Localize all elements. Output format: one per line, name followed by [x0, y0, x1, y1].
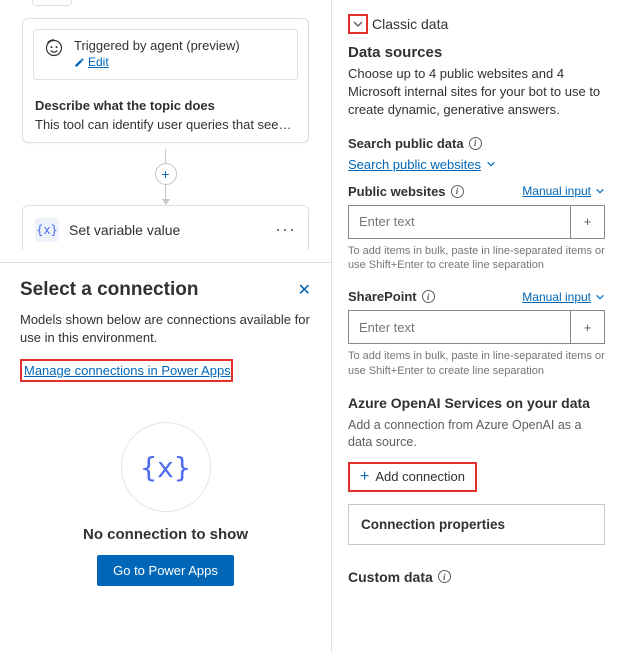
- edit-link[interactable]: Edit: [74, 55, 109, 69]
- search-public-websites-link[interactable]: Search public websites: [348, 157, 496, 172]
- add-connection-button[interactable]: + Add connection: [348, 462, 477, 492]
- describe-label: Describe what the topic does: [35, 98, 296, 113]
- info-icon[interactable]: i: [422, 290, 435, 303]
- connection-properties-box[interactable]: Connection properties: [348, 504, 605, 545]
- trigger-title: Triggered by agent (preview): [74, 38, 240, 53]
- data-sources-heading: Data sources: [348, 44, 605, 61]
- manual-input-toggle[interactable]: Manual input: [522, 184, 605, 198]
- info-icon[interactable]: i: [438, 570, 451, 583]
- trigger-card[interactable]: Triggered by agent (preview) Edit Descri…: [22, 18, 309, 143]
- classic-data-label: Classic data: [372, 16, 448, 32]
- public-websites-label: Public websites i: [348, 184, 464, 199]
- chevron-down-icon: [486, 159, 496, 169]
- connector: +: [22, 149, 309, 205]
- azure-openai-description: Add a connection from Azure OpenAI as a …: [348, 417, 605, 452]
- custom-data-heading: Custom data i: [348, 569, 605, 585]
- add-public-website-button[interactable]: +: [571, 205, 605, 239]
- public-websites-input[interactable]: [348, 205, 571, 239]
- add-connection-label: Add connection: [375, 469, 465, 484]
- close-icon[interactable]: ✕: [298, 280, 311, 300]
- sharepoint-input[interactable]: [348, 310, 571, 344]
- manual-input-toggle[interactable]: Manual input: [522, 290, 605, 304]
- info-icon[interactable]: i: [451, 185, 464, 198]
- info-icon[interactable]: i: [469, 137, 482, 150]
- variable-placeholder-icon: {x}: [121, 422, 211, 512]
- set-variable-title: Set variable value: [69, 222, 265, 238]
- azure-openai-heading: Azure OpenAI Services on your data: [348, 395, 605, 411]
- panel-title: Select a connection: [20, 279, 198, 301]
- properties-panel: Classic data Data sources Choose up to 4…: [332, 0, 621, 652]
- plus-icon: +: [360, 469, 369, 485]
- chevron-down-icon: [595, 292, 605, 302]
- branch-icon: [45, 0, 59, 1]
- classic-data-toggle[interactable]: [348, 14, 368, 34]
- variable-icon: {x}: [35, 218, 59, 242]
- flow-canvas: Triggered by agent (preview) Edit Descri…: [0, 0, 331, 250]
- pencil-icon: [74, 57, 85, 68]
- chevron-down-icon: [595, 186, 605, 196]
- describe-text: This tool can identify user queries that…: [35, 117, 296, 132]
- public-websites-help: To add items in bulk, paste in line-sepa…: [348, 244, 605, 274]
- data-sources-description: Choose up to 4 public websites and 4 Mic…: [348, 65, 605, 120]
- sharepoint-label: SharePoint i: [348, 289, 435, 304]
- manage-connections-link[interactable]: Manage connections in Power Apps: [20, 359, 233, 382]
- sharepoint-help: To add items in bulk, paste in line-sepa…: [348, 349, 605, 379]
- empty-state: {x} No connection to show Go to Power Ap…: [20, 422, 311, 586]
- add-sharepoint-button[interactable]: +: [571, 310, 605, 344]
- empty-title: No connection to show: [83, 526, 248, 543]
- select-connection-panel: Select a connection ✕ Models shown below…: [0, 262, 331, 652]
- add-node-button[interactable]: +: [155, 163, 177, 185]
- edit-label: Edit: [88, 55, 109, 69]
- go-to-power-apps-button[interactable]: Go to Power Apps: [97, 555, 234, 586]
- agent-icon: [44, 38, 64, 58]
- chevron-down-icon: [352, 18, 364, 30]
- previous-node-stub: [32, 0, 72, 6]
- panel-subtitle: Models shown below are connections avail…: [20, 311, 311, 347]
- set-variable-node[interactable]: {x} Set variable value ···: [22, 205, 309, 251]
- node-more-button[interactable]: ···: [275, 219, 296, 240]
- search-public-data-label: Search public data i: [348, 136, 605, 151]
